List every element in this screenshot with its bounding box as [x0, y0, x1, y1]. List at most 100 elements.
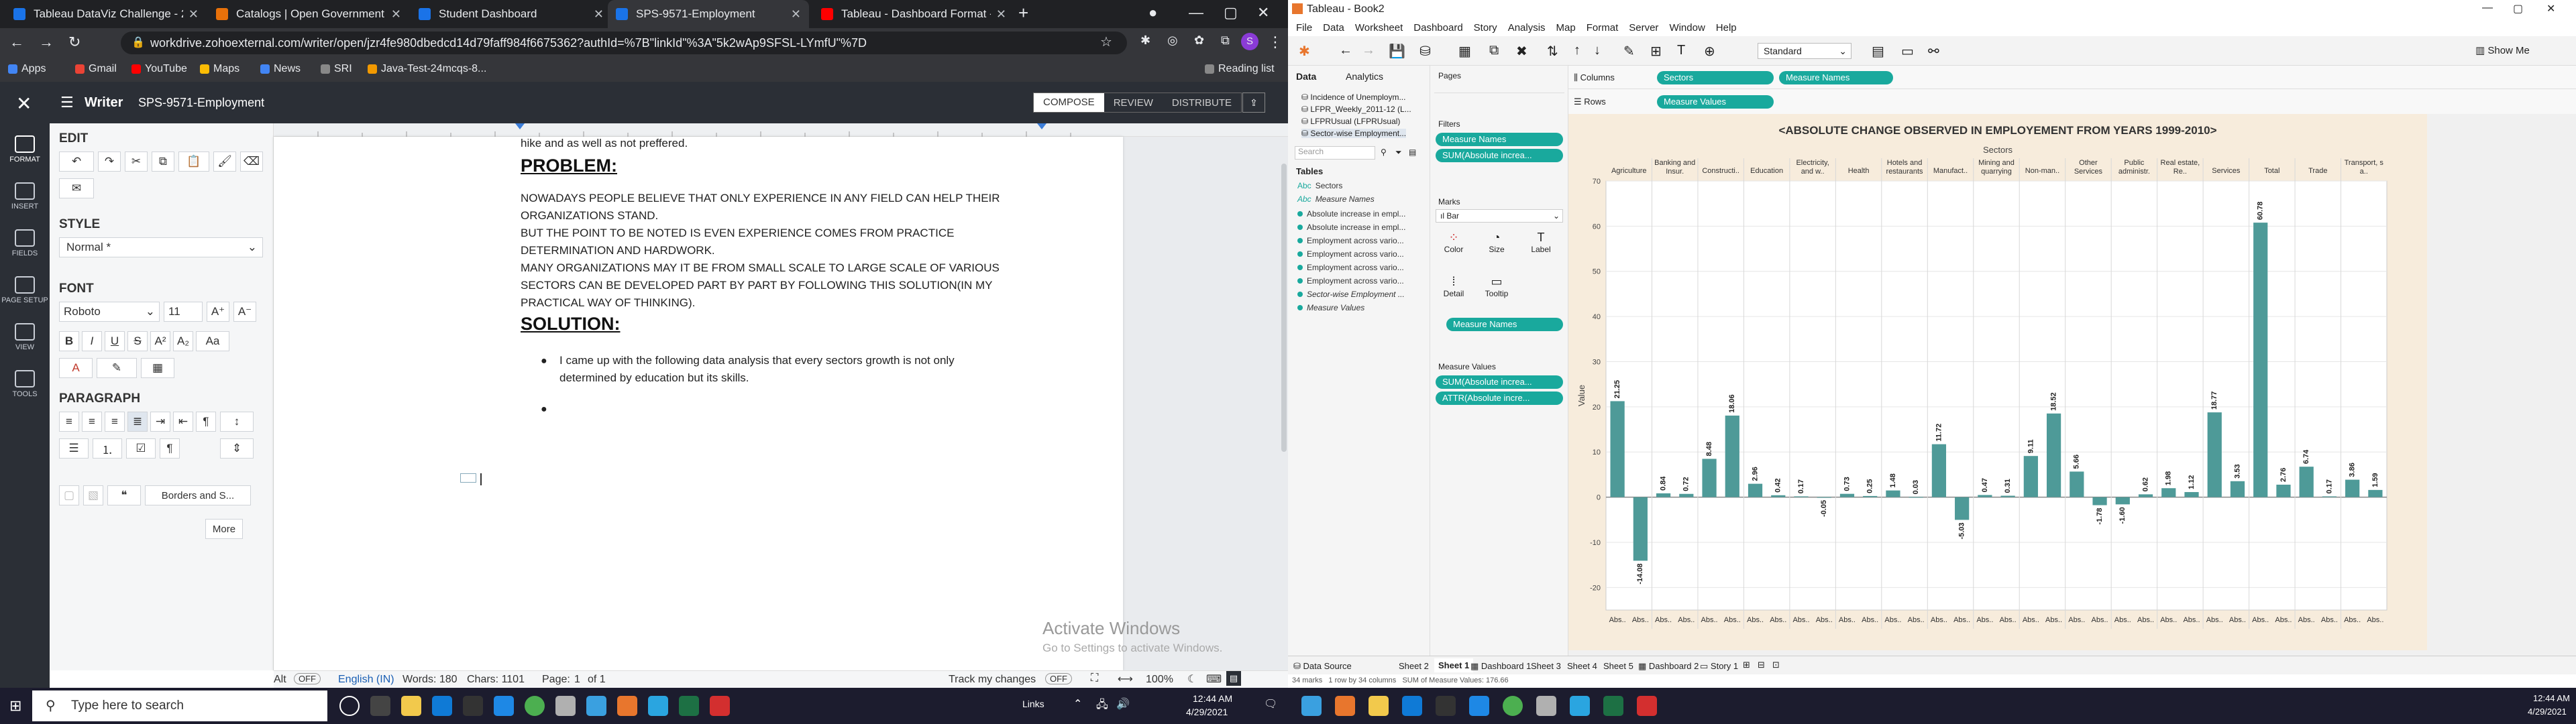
mark-type-select[interactable]: ıl Bar ⌄ [1436, 209, 1563, 223]
row-pill[interactable]: Measure Values [1657, 95, 1774, 109]
bar[interactable] [2046, 413, 2061, 497]
clock-date[interactable]: 4/29/2021 [1186, 707, 1228, 717]
superscript-icon[interactable]: A² [150, 331, 170, 351]
show-cards-icon[interactable]: ▤ [1872, 43, 1884, 60]
bookmark-maps[interactable]: Maps [200, 63, 239, 75]
bar[interactable] [1748, 483, 1763, 497]
close-icon[interactable]: ✕ [594, 7, 604, 21]
shading-icon[interactable]: ▧ [83, 485, 103, 505]
restore-icon[interactable]: ▢ [2513, 2, 2523, 15]
close-icon[interactable]: ✕ [189, 7, 199, 21]
fix-axes-icon[interactable]: ⊕ [1704, 43, 1715, 60]
save-icon[interactable]: 💾 [1389, 43, 1405, 60]
bookmark-news[interactable]: News [260, 63, 301, 75]
app-icon[interactable] [1536, 696, 1556, 716]
search-icon[interactable]: ⚲ [1381, 147, 1387, 157]
page-number[interactable]: 1 [574, 674, 580, 686]
ruler[interactable] [274, 123, 1288, 137]
column-pill[interactable]: Measure Names [1779, 71, 1893, 84]
new-sheet-icon[interactable]: ▦ [1458, 43, 1471, 60]
notifications-icon[interactable]: 🗨 [1264, 697, 1277, 711]
shrink-font-icon[interactable]: A⁻ [233, 302, 256, 322]
bar[interactable] [2322, 496, 2337, 497]
bar[interactable] [2115, 497, 2130, 505]
side-nav-fields[interactable]: FIELDS [0, 229, 50, 257]
bar[interactable] [2070, 471, 2084, 497]
redo-icon[interactable]: ↷ [98, 152, 121, 172]
paste-icon[interactable]: 📋 [178, 152, 209, 172]
menu-server[interactable]: Server [1629, 22, 1658, 34]
bookmark-apps[interactable]: Apps [8, 63, 46, 75]
more-button[interactable]: More [205, 519, 243, 539]
color-button[interactable]: ⁘ Color [1437, 231, 1470, 254]
underline-button[interactable]: U [105, 331, 125, 351]
volume-icon[interactable]: 🔊 [1116, 697, 1130, 711]
change-case-icon[interactable]: Aa [196, 331, 229, 351]
justify-icon[interactable]: ≣ [127, 412, 148, 432]
bookmark-gmail[interactable]: Gmail [75, 63, 117, 75]
close-window-icon[interactable]: ✕ [1257, 4, 1269, 21]
checklist-icon[interactable]: ☑ [126, 438, 156, 459]
edge-icon[interactable] [1402, 696, 1422, 716]
links-toolbar[interactable]: Links [1022, 699, 1044, 709]
avatar[interactable]: S [1241, 33, 1258, 50]
bar[interactable] [2000, 495, 2015, 497]
data-source-item-active[interactable]: ⛁ Sector-wise Employment... [1301, 129, 1407, 138]
document-page[interactable]: hike and as well as not preffered. PROBL… [274, 137, 1123, 670]
undo-icon[interactable]: ↶ [59, 152, 94, 172]
clock-date[interactable]: 4/29/2021 [2528, 707, 2567, 717]
excel-icon[interactable] [679, 696, 699, 716]
distribute-tab[interactable]: DISTRIBUTE [1163, 97, 1241, 109]
analytics-tab[interactable]: Analytics [1346, 71, 1383, 82]
sheet-tab[interactable]: ▭ Story 1 [1700, 661, 1738, 672]
bar[interactable] [2184, 492, 2199, 497]
field-item[interactable]: Employment across vario... [1297, 276, 1404, 286]
share-icon[interactable]: ⚯ [1928, 43, 1939, 60]
extension-icon[interactable]: ◎ [1167, 34, 1178, 48]
sheet-tab[interactable]: ▦ Dashboard 1 [1470, 661, 1531, 672]
bullet-list-icon[interactable]: ☰ [59, 438, 89, 459]
windows-start-icon[interactable]: ⊞ [9, 697, 21, 715]
field-item[interactable]: Absolute increase in empl... [1297, 209, 1405, 219]
measure-value-pill[interactable]: SUM(Absolute increa... [1436, 375, 1563, 389]
filter-pill[interactable]: Measure Names [1436, 133, 1563, 146]
text-direction-icon[interactable]: ¶ [196, 412, 216, 432]
share-icon[interactable]: ⇪ [1242, 93, 1265, 113]
column-pill[interactable]: Sectors [1657, 71, 1774, 84]
sheet-tab[interactable]: ▦ Dashboard 2 [1638, 661, 1699, 672]
menu-help[interactable]: Help [1716, 22, 1737, 34]
sheet-tab[interactable]: ⛁ Data Source [1293, 661, 1352, 672]
network-icon[interactable]: 🖧 [1096, 697, 1108, 715]
field-item[interactable]: Employment across vario... [1297, 263, 1404, 272]
close-icon[interactable]: ✕ [391, 7, 401, 21]
bold-button[interactable]: B [59, 331, 79, 351]
side-nav-view[interactable]: VIEW [0, 323, 50, 351]
italic-button[interactable]: I [82, 331, 102, 351]
subscript-icon[interactable]: A₂ [173, 331, 193, 351]
app-icon[interactable] [555, 696, 576, 716]
side-nav-format[interactable]: FORMAT [0, 135, 50, 164]
night-mode-icon[interactable]: ☾ [1187, 672, 1197, 686]
profile-icon[interactable]: ● [1148, 4, 1157, 21]
reload-icon[interactable]: ↻ [68, 34, 80, 51]
field-item[interactable]: Employment across vario... [1297, 249, 1404, 259]
reading-list[interactable]: Reading list [1205, 63, 1275, 75]
document-title[interactable]: SPS-9571-Employment [138, 96, 264, 110]
data-source-item[interactable]: ⛁ Incidence of Unemploym... [1301, 93, 1405, 102]
alt-toggle[interactable]: OFF [294, 673, 321, 684]
bar[interactable] [1610, 401, 1625, 497]
undo-icon[interactable]: ← [1339, 43, 1352, 58]
data-tab[interactable]: Data [1296, 71, 1316, 82]
menu-dashboard[interactable]: Dashboard [1413, 22, 1462, 34]
font-select[interactable]: Roboto ⌄ [59, 302, 160, 322]
bar[interactable] [1725, 415, 1739, 497]
bar[interactable] [1839, 493, 1855, 497]
menu-story[interactable]: Story [1474, 22, 1497, 34]
cortana-icon[interactable] [339, 696, 360, 716]
browser-tab[interactable]: Catalogs | Open Government Da ✕ [208, 0, 409, 28]
excel-icon[interactable] [1603, 696, 1623, 716]
bar[interactable] [1978, 495, 1992, 497]
address-bar[interactable]: 🔒 workdrive.zohoexternal.com/writer/open/… [121, 32, 1127, 54]
tooltip-button[interactable]: ▭ Tooltip [1480, 275, 1513, 298]
close-icon[interactable]: ✕ [16, 93, 32, 115]
